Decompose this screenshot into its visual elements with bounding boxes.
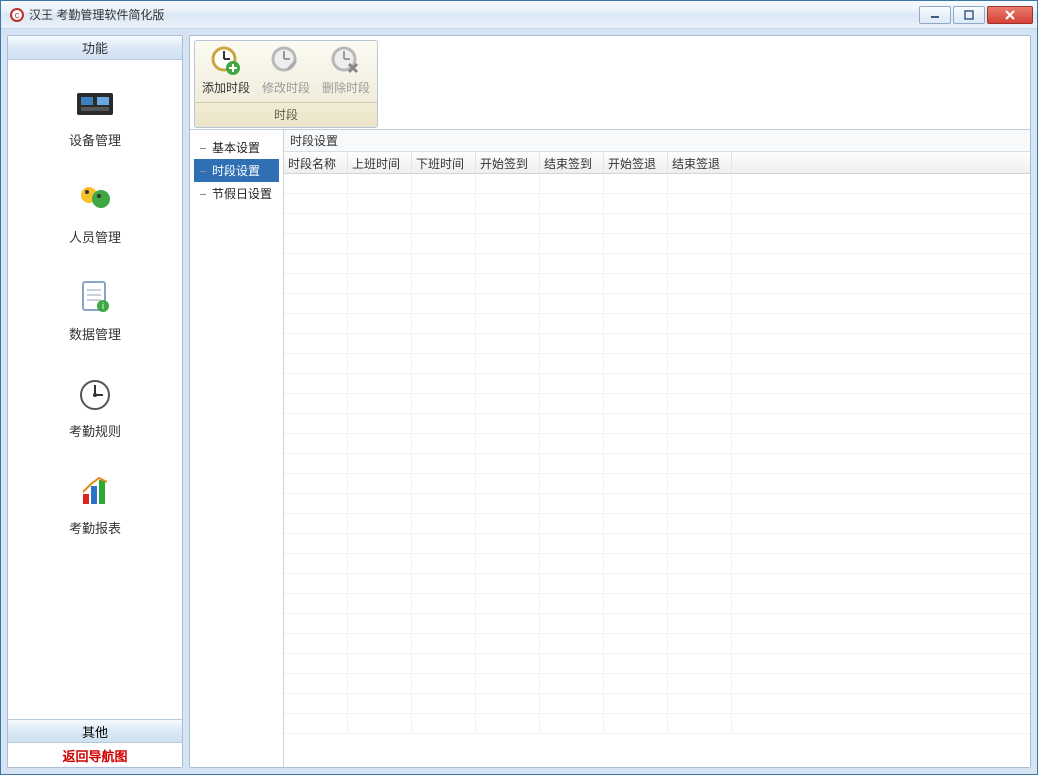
grid-body — [284, 174, 1030, 734]
col-signout-end[interactable]: 结束签退 — [668, 152, 732, 173]
minimize-button[interactable] — [919, 6, 951, 24]
ribbon-group-period: 添加时段 修改时段 删除时段 — [194, 40, 378, 128]
table-row[interactable] — [284, 174, 1030, 194]
delete-period-button[interactable]: 删除时段 — [321, 45, 371, 96]
content-area: 基本设置 时段设置 节假日设置 时段设置 时段名称 上班时间 下班时间 开始签到… — [190, 130, 1030, 767]
table-row[interactable] — [284, 434, 1030, 454]
clock-icon — [75, 375, 115, 415]
main-panel: 添加时段 修改时段 删除时段 — [189, 35, 1031, 768]
app-icon: c — [9, 7, 25, 23]
titlebar[interactable]: c 汉王 考勤管理软件简化版 — [1, 1, 1037, 29]
ribbon-btn-label: 删除时段 — [322, 79, 370, 96]
table-row[interactable] — [284, 334, 1030, 354]
col-offtime[interactable]: 下班时间 — [412, 152, 476, 173]
table-row[interactable] — [284, 414, 1030, 434]
table-row[interactable] — [284, 574, 1030, 594]
sidebar-item-people[interactable]: 人员管理 — [8, 167, 182, 264]
doc-icon: i — [75, 278, 115, 318]
grid-header: 时段名称 上班时间 下班时间 开始签到 结束签到 开始签退 结束签退 — [284, 152, 1030, 174]
table-row[interactable] — [284, 294, 1030, 314]
table-row[interactable] — [284, 254, 1030, 274]
table-row[interactable] — [284, 194, 1030, 214]
col-signin-start[interactable]: 开始签到 — [476, 152, 540, 173]
table-row[interactable] — [284, 274, 1030, 294]
window-controls — [919, 6, 1033, 24]
settings-tree: 基本设置 时段设置 节假日设置 — [190, 130, 284, 767]
table-row[interactable] — [284, 594, 1030, 614]
people-icon — [75, 181, 115, 221]
tree-item-holiday[interactable]: 节假日设置 — [194, 182, 279, 205]
svg-text:c: c — [15, 10, 20, 20]
ribbon-btn-label: 添加时段 — [202, 79, 250, 96]
table-row[interactable] — [284, 554, 1030, 574]
col-signin-end[interactable]: 结束签到 — [540, 152, 604, 173]
col-name[interactable]: 时段名称 — [284, 152, 348, 173]
sidebar-item-label: 人员管理 — [69, 227, 121, 246]
ribbon: 添加时段 修改时段 删除时段 — [190, 36, 1030, 130]
col-signout-start[interactable]: 开始签退 — [604, 152, 668, 173]
sidebar-header: 功能 — [8, 36, 182, 60]
sidebar-item-report[interactable]: 考勤报表 — [8, 458, 182, 555]
sidebar-body: 设备管理 人员管理 i 数据管理 — [8, 60, 182, 719]
table-pane: 时段设置 时段名称 上班时间 下班时间 开始签到 结束签到 开始签退 结束签退 — [284, 130, 1030, 767]
device-icon — [75, 84, 115, 124]
add-period-button[interactable]: 添加时段 — [201, 45, 251, 96]
sidebar-item-label: 数据管理 — [69, 324, 121, 343]
sidebar-section-other[interactable]: 其他 — [8, 719, 182, 743]
table-row[interactable] — [284, 454, 1030, 474]
close-button[interactable] — [987, 6, 1033, 24]
sidebar-item-label: 考勤报表 — [69, 518, 121, 537]
table-row[interactable] — [284, 514, 1030, 534]
table-row[interactable] — [284, 674, 1030, 694]
sidebar-item-label: 考勤规则 — [69, 421, 121, 440]
sidebar: 功能 设备管理 人员管理 i — [7, 35, 183, 768]
sidebar-item-rules[interactable]: 考勤规则 — [8, 361, 182, 458]
clock-del-icon — [330, 45, 362, 77]
table-row[interactable] — [284, 714, 1030, 734]
table-row[interactable] — [284, 374, 1030, 394]
table-row[interactable] — [284, 694, 1030, 714]
edit-period-button[interactable]: 修改时段 — [261, 45, 311, 96]
table-row[interactable] — [284, 354, 1030, 374]
tree-item-period[interactable]: 时段设置 — [194, 159, 279, 182]
table-row[interactable] — [284, 394, 1030, 414]
tree-item-basic[interactable]: 基本设置 — [194, 136, 279, 159]
pane-title: 时段设置 — [284, 130, 1030, 152]
table-row[interactable] — [284, 534, 1030, 554]
chart-icon — [75, 472, 115, 512]
svg-text:i: i — [102, 301, 104, 311]
client-area: 功能 设备管理 人员管理 i — [1, 29, 1037, 774]
ribbon-group-label: 时段 — [195, 102, 377, 125]
table-row[interactable] — [284, 314, 1030, 334]
table-row[interactable] — [284, 654, 1030, 674]
clock-add-icon — [210, 45, 242, 77]
sidebar-return-nav[interactable]: 返回导航图 — [8, 743, 182, 767]
app-window: c 汉王 考勤管理软件简化版 功能 设备管理 — [0, 0, 1038, 775]
table-row[interactable] — [284, 234, 1030, 254]
grid[interactable]: 时段名称 上班时间 下班时间 开始签到 结束签到 开始签退 结束签退 — [284, 152, 1030, 767]
clock-edit-icon — [270, 45, 302, 77]
table-row[interactable] — [284, 634, 1030, 654]
table-row[interactable] — [284, 474, 1030, 494]
table-row[interactable] — [284, 614, 1030, 634]
sidebar-item-device[interactable]: 设备管理 — [8, 70, 182, 167]
table-row[interactable] — [284, 214, 1030, 234]
maximize-button[interactable] — [953, 6, 985, 24]
table-row[interactable] — [284, 494, 1030, 514]
window-title: 汉王 考勤管理软件简化版 — [29, 6, 919, 23]
ribbon-btn-label: 修改时段 — [262, 79, 310, 96]
col-ontime[interactable]: 上班时间 — [348, 152, 412, 173]
sidebar-item-data[interactable]: i 数据管理 — [8, 264, 182, 361]
sidebar-item-label: 设备管理 — [69, 130, 121, 149]
